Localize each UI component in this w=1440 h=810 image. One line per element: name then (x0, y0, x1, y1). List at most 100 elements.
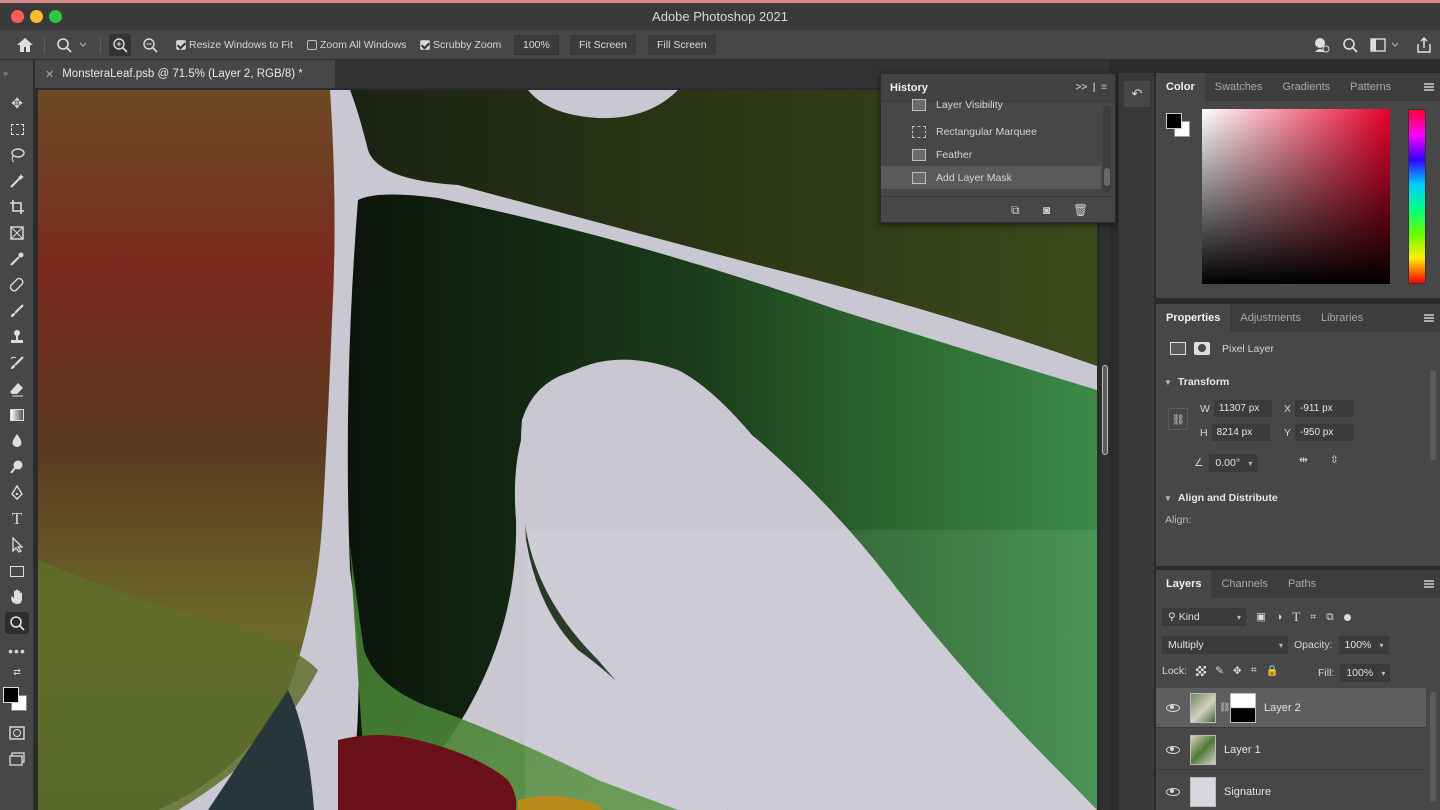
new-document-from-state-icon[interactable]: ⧉ (1011, 203, 1020, 218)
angle-field[interactable]: 0.00° ▾ (1209, 454, 1258, 472)
chevron-down-icon[interactable]: ▼ (1164, 378, 1172, 387)
flip-horizontal-icon[interactable]: ⇹ (1299, 454, 1308, 466)
history-scrollbar[interactable] (1103, 106, 1111, 192)
zoom-tool-preset-icon[interactable] (56, 30, 86, 60)
search-icon[interactable] (1342, 30, 1358, 60)
scrubby-zoom-checkbox[interactable]: Scrubby Zoom (420, 39, 501, 51)
chain-link-icon[interactable]: ⛓ (1219, 702, 1230, 713)
color-picker-field[interactable] (1202, 109, 1390, 284)
properties-scrollbar[interactable] (1430, 370, 1436, 460)
panel-menu-icon[interactable] (1424, 314, 1434, 322)
magic-wand-tool-icon[interactable] (5, 170, 29, 192)
tab-channels[interactable]: Channels (1211, 570, 1277, 598)
layers-scrollbar[interactable] (1430, 692, 1436, 802)
type-tool-icon[interactable]: T (5, 508, 29, 530)
document-tab[interactable]: ✕ MonsteraLeaf.psb @ 71.5% (Layer 2, RGB… (35, 60, 335, 88)
visibility-eye-icon[interactable] (1166, 787, 1180, 796)
history-brush-tool-icon[interactable] (5, 352, 29, 374)
layer-name[interactable]: Layer 1 (1224, 744, 1261, 756)
pixel-layer-icon[interactable] (1170, 342, 1186, 355)
lock-pixels-icon[interactable]: ✎ (1215, 665, 1224, 677)
home-icon[interactable] (16, 30, 34, 60)
quick-mask-icon[interactable] (5, 722, 29, 744)
lock-transparent-icon[interactable] (1196, 665, 1207, 676)
history-item[interactable]: Layer Visibility (881, 98, 1101, 112)
panel-menu-icon[interactable] (1424, 83, 1434, 91)
zoom-percent-field[interactable]: 100% (514, 35, 559, 55)
rectangle-tool-icon[interactable] (5, 560, 29, 582)
zoom-out-icon[interactable] (142, 30, 158, 60)
layer-name[interactable]: Layer 2 (1264, 702, 1301, 714)
color-foreground-swatch[interactable] (1166, 113, 1182, 129)
zoom-tool-icon[interactable] (5, 612, 29, 634)
fill-screen-button[interactable]: Fill Screen (648, 35, 716, 55)
lock-all-icon[interactable]: 🔒 (1266, 664, 1279, 677)
tab-adjustments[interactable]: Adjustments (1230, 304, 1311, 332)
tab-gradients[interactable]: Gradients (1272, 73, 1340, 101)
foreground-color-swatch[interactable] (3, 687, 19, 703)
zoom-all-windows-checkbox[interactable]: Zoom All Windows (307, 39, 406, 51)
visibility-eye-icon[interactable] (1166, 745, 1180, 754)
layer-mask-icon[interactable] (1194, 342, 1210, 355)
x-field[interactable]: -911 px (1295, 400, 1354, 417)
history-item-selected[interactable]: Add Layer Mask (881, 166, 1101, 189)
layer-name[interactable]: Signature (1224, 786, 1271, 798)
visibility-eye-icon[interactable] (1166, 703, 1180, 712)
layer-row[interactable]: Layer 1 (1156, 730, 1426, 770)
brush-tool-icon[interactable] (5, 300, 29, 322)
flip-vertical-icon[interactable]: ⇳ (1330, 454, 1339, 466)
workspace-icon[interactable] (1370, 30, 1400, 60)
filter-adjustment-icon[interactable]: ◑ (1276, 611, 1282, 623)
layer-row[interactable]: Signature (1156, 772, 1426, 810)
tab-properties[interactable]: Properties (1156, 304, 1231, 332)
resize-windows-checkbox[interactable]: Resize Windows to Fit (176, 39, 293, 51)
history-dock-icon[interactable]: ↶ (1124, 81, 1150, 107)
lock-artboard-icon[interactable]: ⌗ (1251, 664, 1257, 677)
fit-screen-button[interactable]: Fit Screen (570, 35, 636, 55)
gradient-tool-icon[interactable] (5, 404, 29, 426)
layer-row[interactable]: ⛓ Layer 2 (1156, 688, 1426, 728)
layer-mask-thumbnail[interactable] (1230, 692, 1256, 723)
chevron-down-icon[interactable]: ▼ (1164, 494, 1172, 503)
learn-icon[interactable] (1312, 30, 1330, 60)
trash-icon[interactable]: 🗑 (1073, 203, 1088, 217)
tab-libraries[interactable]: Libraries (1311, 304, 1373, 332)
screen-mode-icon[interactable] (5, 748, 29, 770)
edit-toolbar-icon[interactable]: ••• (5, 640, 29, 662)
fill-field[interactable]: 100% ▾ (1340, 664, 1391, 682)
lock-position-icon[interactable]: ✥ (1233, 665, 1242, 677)
tab-paths[interactable]: Paths (1278, 570, 1326, 598)
eraser-tool-icon[interactable] (5, 378, 29, 400)
share-icon[interactable] (1416, 30, 1432, 60)
height-field[interactable]: 8214 px (1211, 424, 1270, 441)
panel-menu-icon[interactable] (1424, 580, 1434, 588)
filter-type-icon[interactable]: T (1292, 609, 1300, 625)
lasso-tool-icon[interactable] (5, 144, 29, 166)
eyedropper-tool-icon[interactable] (5, 248, 29, 270)
dodge-tool-icon[interactable] (5, 456, 29, 478)
tab-patterns[interactable]: Patterns (1340, 73, 1401, 101)
crop-tool-icon[interactable] (5, 196, 29, 218)
blend-mode-select[interactable]: Multiply ▾ (1162, 636, 1288, 654)
width-field[interactable]: 11307 px (1213, 400, 1272, 417)
scrollbar-thumb[interactable] (1102, 365, 1108, 455)
opacity-field[interactable]: 100% ▾ (1338, 636, 1389, 654)
zoom-in-icon[interactable] (109, 30, 131, 60)
default-colors-icon[interactable]: ⇄ (5, 666, 29, 678)
collapse-panel-icon[interactable]: >> | ≡ (1076, 82, 1107, 93)
filter-smart-object-icon[interactable]: ⧉ (1326, 611, 1334, 624)
camera-icon[interactable]: ◙ (1043, 203, 1050, 217)
close-document-icon[interactable]: ✕ (45, 68, 54, 81)
y-field[interactable]: -950 px (1295, 424, 1354, 441)
marquee-tool-icon[interactable] (5, 118, 29, 140)
history-item[interactable]: Rectangular Marquee (881, 120, 1101, 143)
hue-slider[interactable] (1408, 109, 1426, 284)
layer-thumbnail[interactable] (1190, 734, 1216, 765)
healing-brush-tool-icon[interactable] (5, 274, 29, 296)
move-tool-icon[interactable]: ✥ (5, 92, 29, 114)
path-selection-tool-icon[interactable] (5, 534, 29, 556)
layer-thumbnail[interactable] (1190, 776, 1216, 807)
filter-pixel-icon[interactable]: ▣ (1256, 611, 1266, 623)
history-item[interactable]: Feather (881, 143, 1101, 166)
layer-filter-select[interactable]: ⚲ Kind ▾ (1162, 608, 1246, 626)
